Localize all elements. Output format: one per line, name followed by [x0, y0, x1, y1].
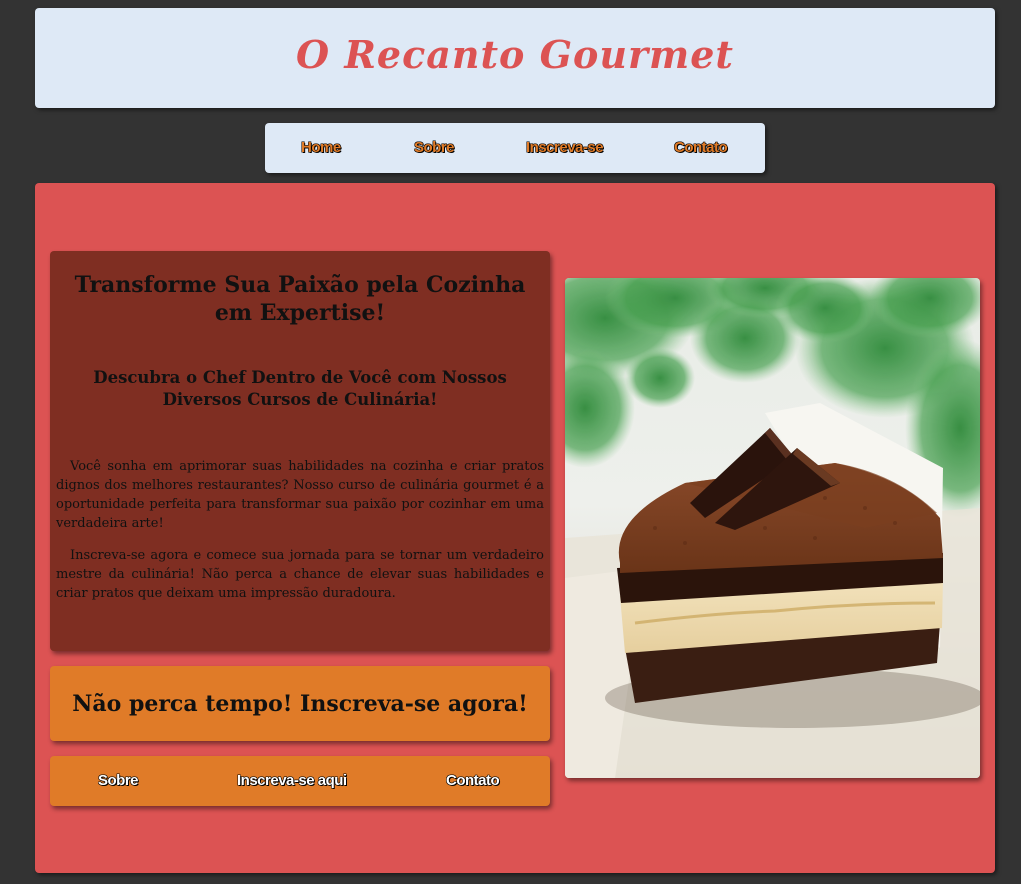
intro-textbox: Transforme Sua Paixão pela Cozinha em Ex…: [50, 251, 550, 651]
main-heading: Transforme Sua Paixão pela Cozinha em Ex…: [74, 272, 526, 326]
site-title: O Recanto Gourmet: [296, 31, 734, 77]
cta-banner[interactable]: Não perca tempo! Inscreva-se agora!: [50, 666, 550, 741]
cta-text: Não perca tempo! Inscreva-se agora!: [72, 690, 528, 717]
bottom-nav-link-sobre[interactable]: Sobre: [98, 756, 139, 806]
bottom-nav-link-contato[interactable]: Contato: [446, 756, 500, 806]
intro-paragraph: Inscreva-se agora e comece sua jornada p…: [56, 548, 544, 601]
cake-photo: [565, 278, 980, 778]
top-nav: Home Sobre Inscreva-se Contato: [265, 123, 765, 173]
nav-link-home[interactable]: Home: [301, 123, 341, 173]
nav-link-sobre[interactable]: Sobre: [414, 123, 455, 173]
nav-link-inscreva-se[interactable]: Inscreva-se: [526, 123, 604, 173]
intro-paragraph: Você sonha em aprimorar suas habilidades…: [56, 459, 544, 531]
nav-link-contato[interactable]: Contato: [674, 123, 728, 173]
main-panel: Transforme Sua Paixão pela Cozinha em Ex…: [35, 183, 995, 873]
bottom-nav-link-inscreva-se-aqui[interactable]: Inscreva-se aqui: [237, 756, 347, 806]
site-header: O Recanto Gourmet: [35, 8, 995, 108]
bottom-nav: Sobre Inscreva-se aqui Contato: [50, 756, 550, 806]
main-subheading: Descubra o Chef Dentro de Você com Nosso…: [93, 368, 507, 409]
